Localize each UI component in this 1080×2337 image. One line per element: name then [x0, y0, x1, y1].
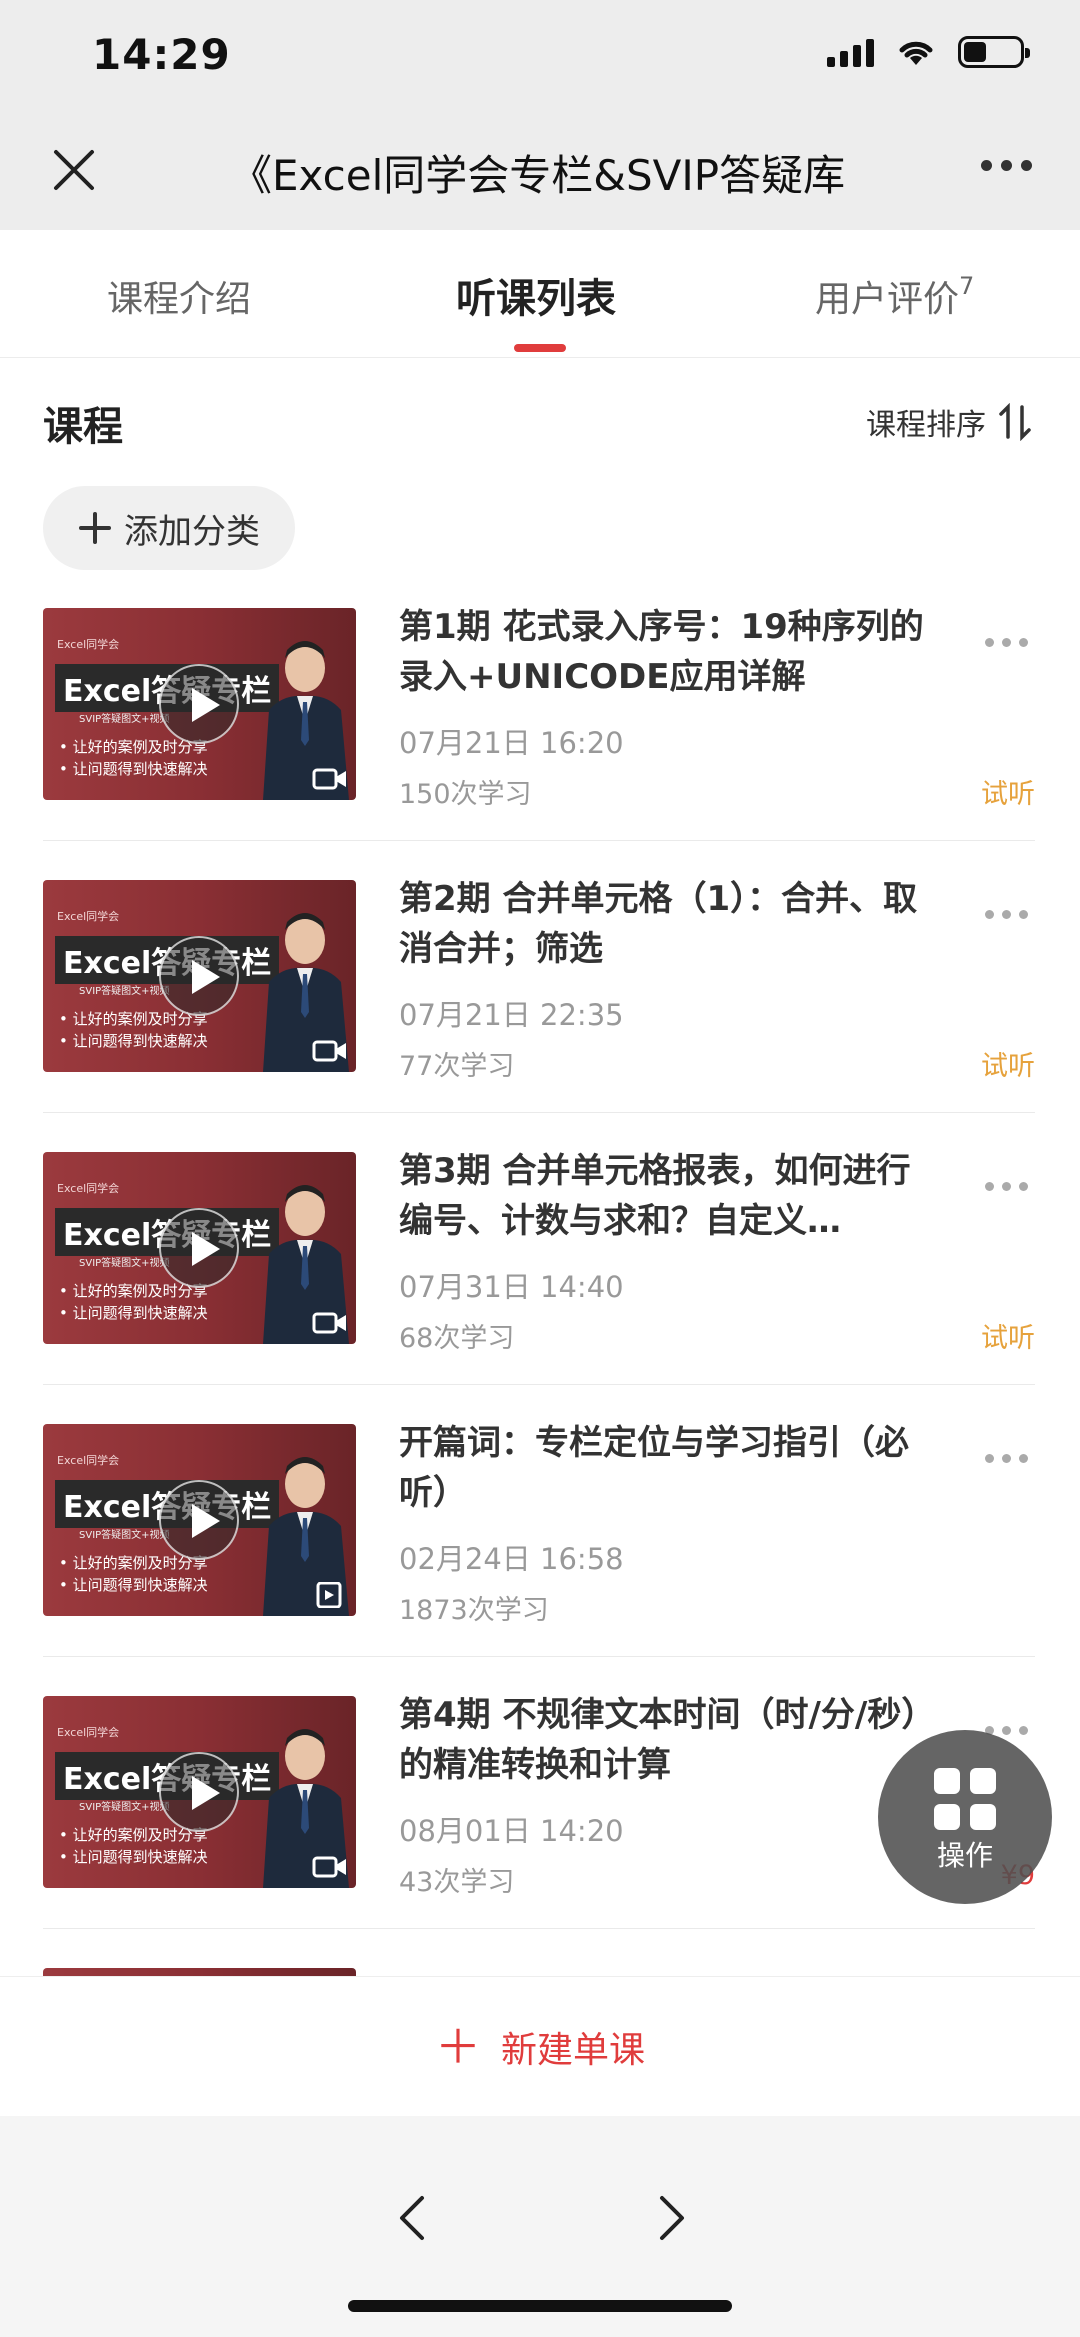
thumbnail-bullet: • 让问题得到快速解决 [59, 760, 208, 778]
video-icon [312, 1312, 346, 1334]
add-category-label: 添加分类 [124, 511, 260, 552]
section-title: 课程 [43, 404, 123, 450]
sort-icon [999, 403, 1031, 441]
lesson-list-panel: 课程 课程排序 添加分类 Excel同学会 Excel答疑专栏 SVIP答疑图文… [0, 358, 1080, 1976]
lesson-study-count: 77次学习 [399, 1051, 515, 1082]
thumbnail-subtitle: SVIP答疑图文+视频 [79, 1802, 170, 1813]
play-icon[interactable] [159, 664, 239, 744]
divider [43, 1384, 1035, 1385]
lesson-date: 02月24日 16:58 [399, 1542, 624, 1576]
lesson-date: 07月21日 16:20 [399, 726, 624, 760]
thumbnail-bullet: • 让问题得到快速解决 [59, 1576, 208, 1594]
tab-lesson-list[interactable]: 听课列表 [456, 266, 616, 324]
operations-label: 操作 [936, 1839, 993, 1872]
plus-icon: ＋ [434, 2019, 481, 2074]
thumbnail-bullet: • 让问题得到快速解决 [59, 1032, 208, 1050]
battery-icon [958, 36, 1030, 68]
trial-badge[interactable]: 试听 [981, 1316, 1035, 1355]
back-arrow-icon[interactable] [384, 2188, 444, 2248]
top-bar: 14:29 《Excel同学会专栏&SVIP答疑库 [0, 0, 1080, 230]
more-menu-icon[interactable] [981, 160, 1032, 171]
lesson-item[interactable]: Excel同学会 Excel答疑专栏 SVIP答疑图文+视频 • 让好的案例及时… [0, 607, 1080, 880]
thumbnail-brand: Excel同学会 [57, 910, 120, 923]
divider [43, 1656, 1035, 1657]
lesson-title[interactable]: 第3期 合并单元格报表，如何进行编号、计数与求和？自定义… [399, 1146, 939, 1246]
lesson-date: 07月31日 14:40 [399, 1270, 624, 1304]
thumbnail-brand: Excel同学会 [57, 1182, 120, 1195]
home-indicator [348, 2300, 732, 2312]
thumbnail-bullet: • 让问题得到快速解决 [59, 1848, 208, 1866]
play-icon[interactable] [159, 1208, 239, 1288]
lesson-more-icon[interactable] [985, 910, 1028, 919]
tab-user-reviews[interactable]: 用户评价7 [815, 270, 974, 322]
thumbnail-subtitle: SVIP答疑图文+视频 [79, 1530, 170, 1541]
lesson-date: 08月01日 14:20 [399, 1814, 624, 1848]
lesson-study-count: 150次学习 [399, 779, 532, 810]
signal-icon [827, 37, 874, 67]
lesson-thumbnail[interactable]: Excel同学会 Excel答疑专栏 SVIP答疑图文+视频 • 让好的案例及时… [43, 608, 356, 800]
close-icon[interactable] [44, 140, 104, 200]
tab-course-intro[interactable]: 课程介绍 [107, 270, 251, 322]
lesson-study-count: 43次学习 [399, 1867, 515, 1898]
active-tab-indicator [514, 344, 566, 352]
lesson-title[interactable]: 第2期 合并单元格（1）：合并、取消合并；筛选 [399, 874, 939, 974]
lesson-title[interactable]: 开篇词：专栏定位与学习指引（必听） [399, 1418, 939, 1518]
article-icon [316, 1582, 342, 1608]
play-icon[interactable] [159, 1752, 239, 1832]
lesson-thumbnail[interactable]: Excel同学会 Excel答疑专栏 SVIP答疑图文+视频 • 让好的案例及时… [43, 1424, 356, 1616]
play-icon[interactable] [159, 936, 239, 1016]
thumbnail-subtitle: SVIP答疑图文+视频 [79, 714, 170, 725]
status-icons [827, 36, 1030, 68]
lesson-item-partial[interactable] [0, 1968, 1080, 1976]
lesson-more-icon[interactable] [985, 1182, 1028, 1191]
sort-label: 课程排序 [866, 408, 986, 443]
lesson-thumbnail[interactable] [43, 1968, 356, 1976]
video-icon [312, 768, 346, 790]
wifi-icon [899, 41, 933, 65]
lesson-title[interactable]: 第1期 花式录入序号：19种序列的录入+UNICODE应用详解 [399, 602, 939, 702]
thumbnail-brand: Excel同学会 [57, 1454, 120, 1467]
play-icon[interactable] [159, 1480, 239, 1560]
review-count-badge: 7 [959, 272, 975, 300]
thumbnail-subtitle: SVIP答疑图文+视频 [79, 986, 170, 997]
divider [43, 1928, 1035, 1929]
lesson-thumbnail[interactable]: Excel同学会 Excel答疑专栏 SVIP答疑图文+视频 • 让好的案例及时… [43, 880, 356, 1072]
lesson-more-icon[interactable] [985, 638, 1028, 647]
lesson-thumbnail[interactable]: Excel同学会 Excel答疑专栏 SVIP答疑图文+视频 • 让好的案例及时… [43, 1696, 356, 1888]
lesson-item[interactable]: Excel同学会 Excel答疑专栏 SVIP答疑图文+视频 • 让好的案例及时… [0, 1151, 1080, 1424]
lesson-study-count: 1873次学习 [399, 1595, 549, 1626]
lesson-item[interactable]: Excel同学会 Excel答疑专栏 SVIP答疑图文+视频 • 让好的案例及时… [0, 1423, 1080, 1696]
trial-badge[interactable]: 试听 [981, 1044, 1035, 1083]
trial-badge[interactable]: 试听 [981, 772, 1035, 811]
new-lesson-label: 新建单课 [500, 2029, 645, 2071]
lesson-date: 07月21日 22:35 [399, 998, 624, 1032]
sort-button[interactable]: 课程排序 [866, 400, 1032, 444]
forward-arrow-icon[interactable] [640, 2188, 700, 2248]
lesson-thumbnail[interactable]: Excel同学会 Excel答疑专栏 SVIP答疑图文+视频 • 让好的案例及时… [43, 1152, 356, 1344]
thumbnail-subtitle: SVIP答疑图文+视频 [79, 1258, 170, 1269]
tab-bar: 课程介绍 听课列表 用户评价7 [0, 230, 1080, 358]
grid-icon [934, 1768, 996, 1830]
new-lesson-button[interactable]: ＋ 新建单课 [0, 1976, 1080, 2116]
status-time: 14:29 [92, 30, 231, 79]
lesson-item[interactable]: Excel同学会 Excel答疑专栏 SVIP答疑图文+视频 • 让好的案例及时… [0, 879, 1080, 1152]
operations-fab[interactable]: 操作 [878, 1730, 1052, 1904]
divider [43, 1112, 1035, 1113]
video-icon [312, 1856, 346, 1878]
tab-user-reviews-label: 用户评价 [815, 279, 960, 320]
thumbnail-bullet: • 让问题得到快速解决 [59, 1304, 208, 1322]
page-title: 《Excel同学会专栏&SVIP答疑库 [230, 151, 846, 200]
lesson-title[interactable]: 第4期 不规律文本时间（时/分/秒）的精准转换和计算 [399, 1690, 939, 1790]
video-icon [312, 1040, 346, 1062]
plus-icon [79, 512, 111, 544]
lesson-study-count: 68次学习 [399, 1323, 515, 1354]
thumbnail-brand: Excel同学会 [57, 1726, 120, 1739]
divider [43, 840, 1035, 841]
add-category-button[interactable]: 添加分类 [43, 486, 295, 570]
thumbnail-brand: Excel同学会 [57, 638, 120, 651]
lesson-more-icon[interactable] [985, 1454, 1028, 1463]
